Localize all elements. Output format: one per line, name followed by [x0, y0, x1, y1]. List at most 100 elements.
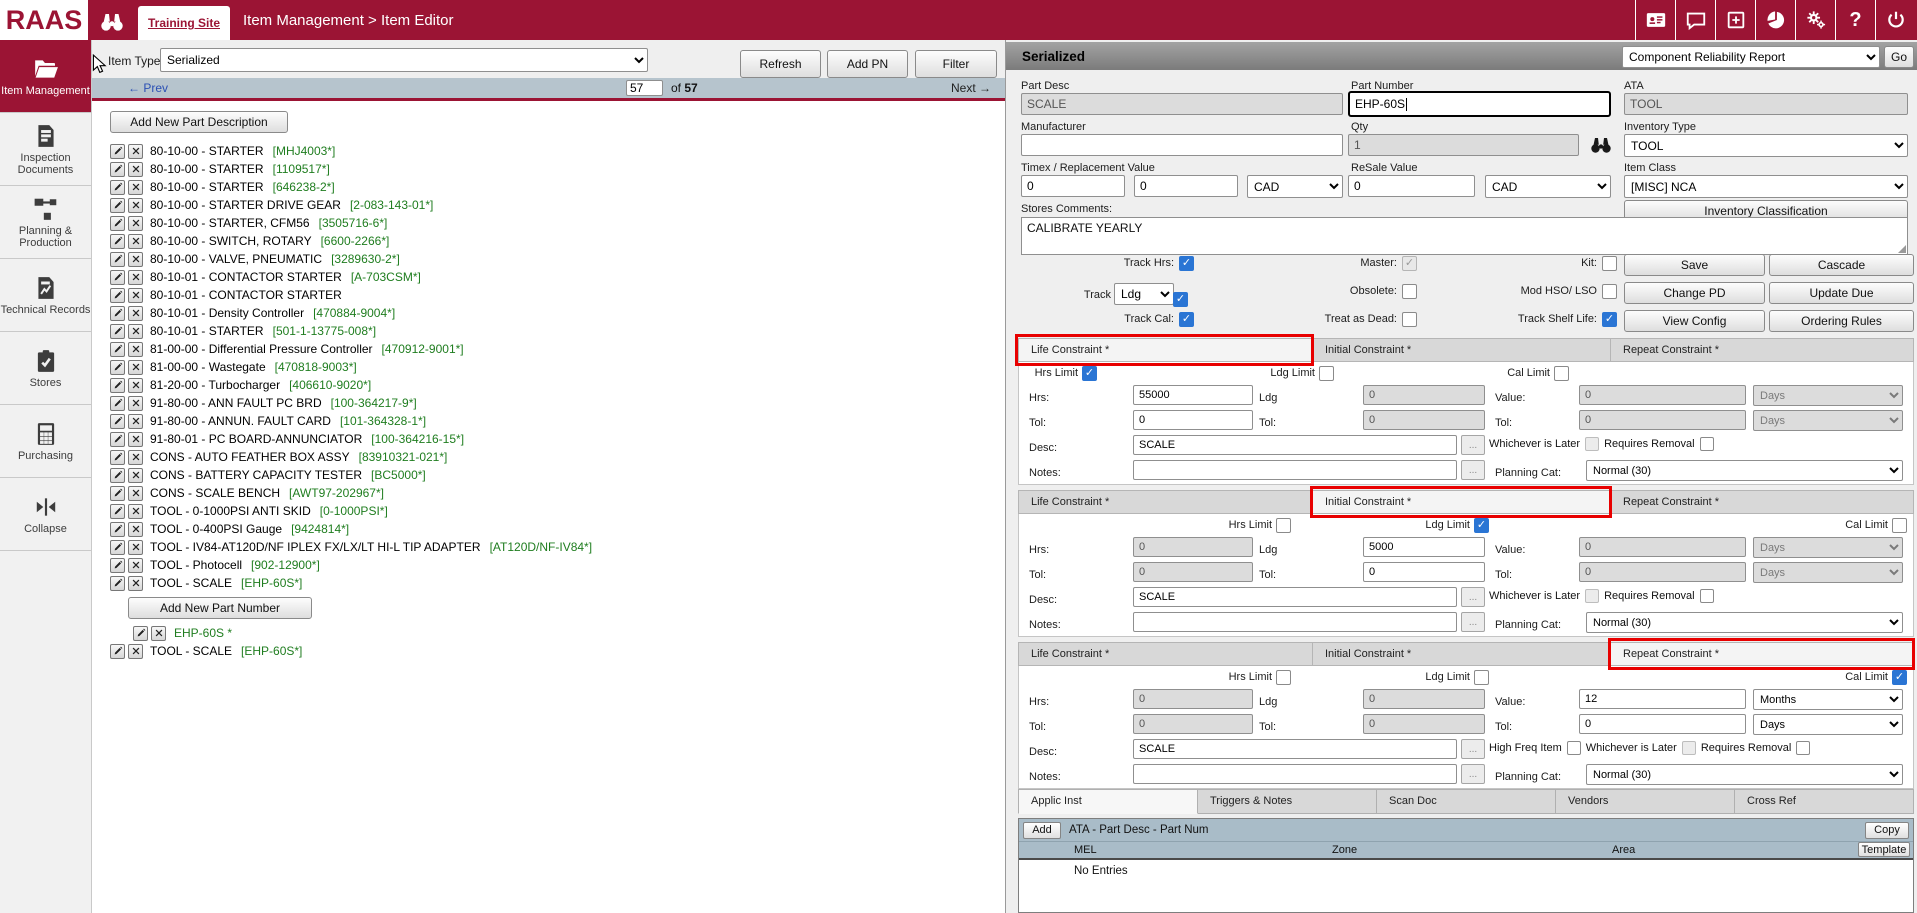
part-number[interactable]: [6600-2266*] [321, 234, 390, 248]
hrs-field[interactable]: 0 [1133, 537, 1253, 557]
badge-icon[interactable] [1635, 0, 1675, 40]
constraint-tab-repeat-constraint[interactable]: Repeat Constraint * [1611, 490, 1914, 514]
high-freq-item-checkbox[interactable] [1567, 741, 1581, 755]
cal-limit-checkbox[interactable]: ✓ [1892, 670, 1907, 685]
delete-icon[interactable] [128, 198, 143, 213]
timex-value2-field[interactable]: 0 [1134, 175, 1238, 197]
part-description[interactable]: TOOL - IV84-AT120D/NF IPLEX FX/LX/LT HI-… [150, 540, 481, 554]
resale-currency-select[interactable]: CAD [1485, 175, 1611, 198]
notes-more-button[interactable]: ... [1461, 460, 1485, 480]
treat-as-dead-checkbox[interactable] [1402, 312, 1417, 327]
change-pd-button[interactable]: Change PD [1624, 282, 1765, 304]
delete-icon[interactable] [128, 468, 143, 483]
add-row-button[interactable]: Add [1023, 822, 1061, 839]
part-number[interactable]: [3505716-6*] [319, 216, 388, 230]
part-number[interactable]: [MHJ4003*] [273, 144, 336, 158]
part-description[interactable]: TOOL - 0-1000PSI ANTI SKID [150, 504, 311, 518]
value-field[interactable]: 0 [1579, 385, 1746, 405]
filter-button[interactable]: Filter [915, 50, 997, 78]
constraint-tab-life-constraint[interactable]: Life Constraint * [1018, 642, 1313, 666]
value-unit-select[interactable]: Days [1753, 537, 1903, 558]
part-number[interactable]: [EHP-60S*] [241, 576, 302, 590]
part-number[interactable]: [2-083-143-01*] [350, 198, 433, 212]
track-cal-checkbox[interactable]: ✓ [1179, 312, 1194, 327]
desc-more-button[interactable]: ... [1461, 587, 1485, 607]
notes-more-button[interactable]: ... [1461, 764, 1485, 784]
track-hrs-checkbox[interactable]: ✓ [1179, 256, 1194, 271]
delete-icon[interactable] [128, 306, 143, 321]
tol-ldg-field[interactable]: 0 [1363, 562, 1485, 582]
hrs-limit-checkbox[interactable]: ✓ [1082, 366, 1097, 381]
part-description[interactable]: 80-10-00 - STARTER [150, 144, 264, 158]
delete-icon[interactable] [128, 644, 143, 659]
part-number[interactable]: [EHP-60S*] [241, 644, 302, 658]
add-pn-button[interactable]: Add PN [827, 50, 908, 78]
notes-field[interactable] [1133, 612, 1457, 632]
tol-hrs-field[interactable]: 0 [1133, 562, 1253, 582]
part-description[interactable]: TOOL - SCALE [150, 576, 232, 590]
whichever-is-later-checkbox[interactable] [1682, 741, 1696, 755]
edit-icon[interactable] [110, 504, 125, 519]
stores-comments-textarea[interactable]: CALIBRATE YEARLY [1021, 217, 1908, 255]
track-shelf-life-checkbox[interactable]: ✓ [1602, 312, 1617, 327]
requires-removal-checkbox[interactable] [1700, 437, 1714, 451]
part-description[interactable]: TOOL - 0-400PSI Gauge [150, 522, 282, 536]
part-number[interactable]: [646238-2*] [273, 180, 335, 194]
constraint-tab-initial-constraint[interactable]: Initial Constraint * [1313, 490, 1611, 514]
part-number[interactable]: [AT120D/NF-IV84*] [490, 540, 592, 554]
part-number[interactable]: [902-12900*] [251, 558, 320, 572]
tab-cross-ref[interactable]: Cross Ref [1735, 789, 1914, 814]
update-due-button[interactable]: Update Due [1769, 282, 1914, 304]
inventory-type-select[interactable]: TOOL [1624, 134, 1908, 157]
part-description[interactable]: 80-10-00 - STARTER, CFM56 [150, 216, 310, 230]
edit-icon[interactable] [110, 162, 125, 177]
delete-icon[interactable] [128, 504, 143, 519]
settings-gears-icon[interactable] [1795, 0, 1835, 40]
desc-field[interactable]: SCALE [1133, 587, 1457, 607]
part-number[interactable]: [470884-9004*] [313, 306, 395, 320]
delete-icon[interactable] [128, 234, 143, 249]
ldg-field[interactable]: 5000 [1363, 537, 1485, 557]
template-button[interactable]: Template [1858, 842, 1910, 857]
constraint-tab-life-constraint[interactable]: Life Constraint * [1018, 490, 1313, 514]
delete-icon[interactable] [128, 324, 143, 339]
cascade-button[interactable]: Cascade [1769, 254, 1914, 276]
delete-icon[interactable] [128, 180, 143, 195]
ldg-limit-checkbox[interactable] [1474, 670, 1489, 685]
edit-icon[interactable] [133, 626, 148, 641]
part-description[interactable]: 80-10-00 - SWITCH, ROTARY [150, 234, 312, 248]
edit-icon[interactable] [110, 324, 125, 339]
hrs-limit-checkbox[interactable] [1276, 518, 1291, 533]
delete-icon[interactable] [128, 288, 143, 303]
sidebar-item-inspection-documents[interactable]: Inspection Documents [0, 113, 91, 186]
edit-icon[interactable] [110, 198, 125, 213]
part-number[interactable]: [406610-9020*] [289, 378, 371, 392]
edit-icon[interactable] [110, 216, 125, 231]
track-ldg-checkbox[interactable]: ✓ [1173, 292, 1188, 307]
edit-icon[interactable] [110, 270, 125, 285]
edit-icon[interactable] [110, 450, 125, 465]
page-number-input[interactable]: 57 [626, 80, 663, 96]
delete-icon[interactable] [128, 432, 143, 447]
part-description[interactable]: 91-80-00 - ANN FAULT PC BRD [150, 396, 322, 410]
delete-icon[interactable] [128, 414, 143, 429]
edit-icon[interactable] [110, 180, 125, 195]
ordering-rules-button[interactable]: Ordering Rules [1769, 310, 1914, 332]
delete-icon[interactable] [128, 144, 143, 159]
prev-link[interactable]: ← Prev [128, 81, 168, 95]
part-number[interactable]: [470912-9001*] [382, 342, 464, 356]
edit-icon[interactable] [110, 522, 125, 537]
tab-vendors[interactable]: Vendors [1556, 789, 1735, 814]
value-unit-select[interactable]: Months [1753, 689, 1903, 710]
add-new-part-number-button[interactable]: Add New Part Number [128, 597, 312, 619]
kit-checkbox[interactable] [1602, 256, 1617, 271]
part-description[interactable]: 80-10-01 - CONTACTOR STARTER [150, 270, 342, 284]
manufacturer-field[interactable] [1021, 134, 1343, 156]
part-number[interactable]: [100-364216-15*] [371, 432, 464, 446]
part-number-field[interactable]: EHP-60S [1348, 91, 1611, 117]
delete-icon[interactable] [128, 378, 143, 393]
edit-icon[interactable] [110, 252, 125, 267]
cal-limit-checkbox[interactable] [1892, 518, 1907, 533]
edit-icon[interactable] [110, 306, 125, 321]
part-description[interactable]: 80-10-00 - VALVE, PNEUMATIC [150, 252, 322, 266]
